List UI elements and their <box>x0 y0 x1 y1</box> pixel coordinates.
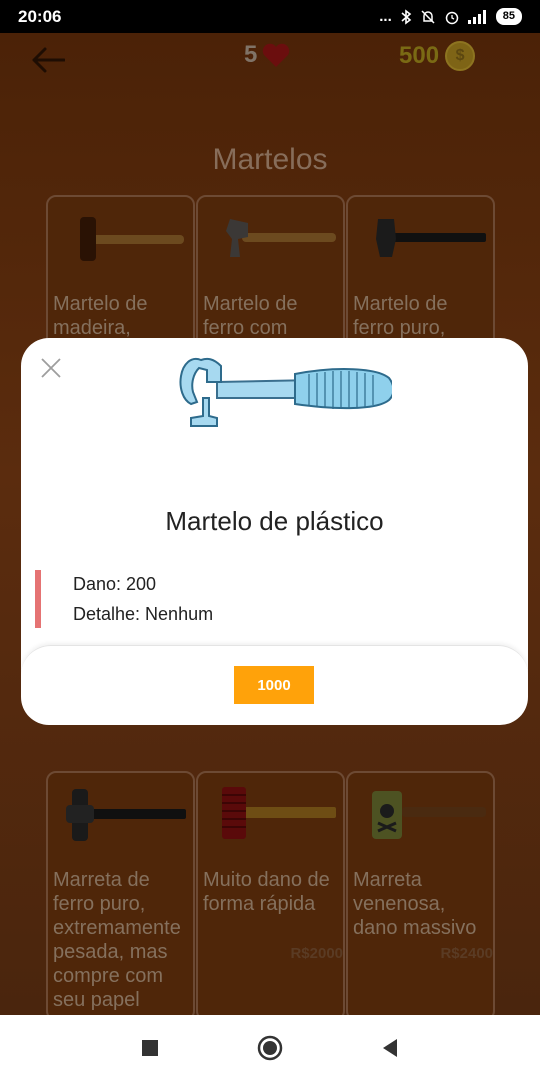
bell-off-icon <box>421 9 435 24</box>
coin-icon: $ <box>445 41 476 71</box>
item-description: Muito dano de forma rápida <box>203 869 330 915</box>
close-icon <box>41 358 61 378</box>
iron-hammer-icon <box>376 219 486 257</box>
bluetooth-icon <box>401 8 412 25</box>
detail-stat: Detalhe: Nenhum <box>73 604 214 624</box>
heart-icon <box>263 43 290 67</box>
close-button[interactable] <box>39 356 63 380</box>
status-bar: 20:06 ... 85 <box>0 0 540 33</box>
signal-icon <box>467 9 486 24</box>
alarm-icon <box>445 11 458 24</box>
shop-item-card[interactable]: Marreta de ferro puro, extremamente pesa… <box>46 771 195 1021</box>
item-price: R$2000 <box>290 945 343 962</box>
status-time: 20:06 <box>18 6 62 26</box>
poison-hammer-icon <box>372 791 486 839</box>
coins-value: 500 <box>399 42 440 69</box>
item-price: R$2400 <box>440 945 493 962</box>
triangle-back-icon <box>383 1038 397 1057</box>
arrow-left-icon <box>32 47 65 73</box>
sledgehammer-icon <box>66 789 186 841</box>
navigation-bar <box>0 1015 540 1080</box>
top-bar: 5 500 $ <box>0 33 540 93</box>
buy-button[interactable]: 1000 <box>234 666 314 704</box>
item-description: Martelo de madeira, <box>53 293 148 339</box>
home-button[interactable] <box>255 1033 285 1063</box>
damage-stat: Dano: 200 <box>73 574 157 594</box>
shop-item-card[interactable]: Muito dano de forma rápida R$2000 <box>196 771 345 1021</box>
item-description: Martelo de ferro puro, <box>353 293 448 339</box>
item-description: Marreta de ferro puro, extremamente pesa… <box>53 869 181 1011</box>
status-icons: ... 85 <box>379 8 522 25</box>
shop-item-card[interactable]: Marreta venenosa, dano massivo R$2400 <box>346 771 495 1021</box>
plastic-hammer-icon <box>179 357 392 427</box>
item-title: Martelo de plástico <box>165 506 384 536</box>
section-title: Martelos <box>212 143 328 176</box>
coins-counter: 500 $ <box>399 41 476 71</box>
lives-value: 5 <box>244 41 258 68</box>
circle-icon <box>257 1035 283 1060</box>
item-detail-dialog: Martelo de plástico Dano: 200 Detalhe: N… <box>21 338 528 725</box>
more-dots-icon: ... <box>379 8 392 25</box>
back-nav-button[interactable] <box>375 1033 405 1063</box>
red-spring-hammer-icon <box>222 787 336 839</box>
stats-accent-bar <box>35 570 41 628</box>
claw-hammer-icon <box>226 219 336 257</box>
square-icon <box>142 1039 158 1056</box>
back-button[interactable] <box>28 43 68 77</box>
wooden-hammer-icon <box>80 217 184 261</box>
lives-counter: 5 <box>244 41 291 69</box>
recents-button[interactable] <box>135 1033 165 1063</box>
item-description: Martelo de ferro com <box>203 293 298 339</box>
item-description: Marreta venenosa, dano massivo <box>353 869 477 939</box>
battery-icon: 85 <box>495 8 522 25</box>
